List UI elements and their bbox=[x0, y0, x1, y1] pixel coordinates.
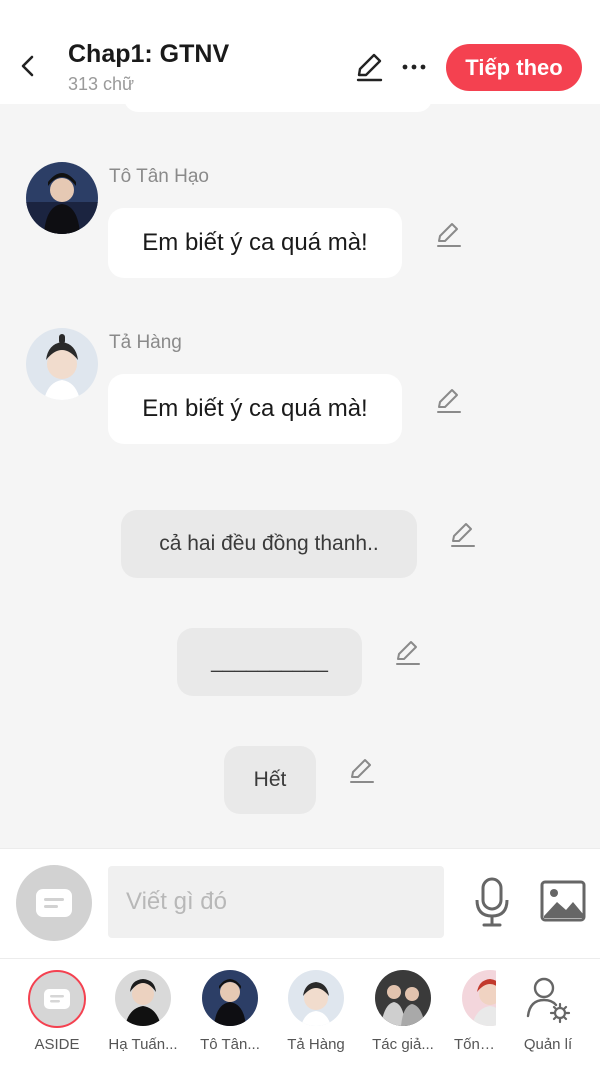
character-label: Tô Tân... bbox=[200, 1036, 260, 1053]
chapter-title: Chap1: GTNV bbox=[68, 40, 230, 68]
narration-bubble[interactable]: __________ bbox=[177, 628, 362, 696]
character-label: Tác giả... bbox=[372, 1036, 434, 1053]
manage-characters-button[interactable]: Quản lí bbox=[506, 970, 590, 1053]
avatar bbox=[202, 970, 258, 1026]
avatar bbox=[462, 970, 496, 1026]
edit-icon[interactable] bbox=[347, 756, 377, 786]
aside-icon bbox=[28, 970, 86, 1028]
image-icon[interactable] bbox=[540, 880, 586, 922]
character-label: Tả Hàng bbox=[287, 1036, 345, 1053]
character-label: ASIDE bbox=[34, 1036, 80, 1053]
avatar[interactable] bbox=[26, 328, 98, 400]
previous-message-bubble bbox=[124, 92, 432, 112]
avatar bbox=[375, 970, 431, 1026]
aside-icon bbox=[36, 889, 72, 917]
more-options-icon[interactable] bbox=[400, 54, 428, 80]
edit-icon[interactable] bbox=[434, 220, 464, 250]
character-item[interactable]: Tả Hàng bbox=[274, 970, 358, 1053]
avatar bbox=[288, 970, 344, 1026]
character-label: Quản lí bbox=[523, 1036, 573, 1053]
narration-bubble[interactable]: cả hai đều đồng thanh.. bbox=[121, 510, 417, 578]
avatar bbox=[115, 970, 171, 1026]
narration-bubble[interactable]: Hết bbox=[224, 746, 316, 814]
character-label: Hạ Tuấn... bbox=[108, 1036, 178, 1053]
edit-icon[interactable] bbox=[352, 50, 386, 84]
avatar[interactable] bbox=[26, 162, 98, 234]
character-label: Tống . bbox=[454, 1036, 496, 1053]
top-bar: Chap1: GTNV 313 chữ Tiếp theo bbox=[0, 0, 600, 104]
character-aside[interactable]: ASIDE bbox=[15, 970, 99, 1053]
edit-icon[interactable] bbox=[434, 386, 464, 416]
message-bubble[interactable]: Em biết ý ca quá mà! bbox=[108, 374, 402, 444]
user-settings-icon bbox=[526, 977, 571, 1024]
character-item[interactable]: Tống . bbox=[446, 970, 496, 1053]
character-item[interactable]: Tác giả... bbox=[361, 970, 445, 1053]
sender-name: Tả Hàng bbox=[109, 332, 182, 353]
aside-button[interactable] bbox=[16, 865, 92, 941]
edit-icon[interactable] bbox=[393, 638, 423, 668]
back-icon[interactable] bbox=[14, 52, 42, 80]
message-input[interactable] bbox=[108, 866, 444, 938]
character-item[interactable]: Tô Tân... bbox=[188, 970, 272, 1053]
character-item[interactable]: Hạ Tuấn... bbox=[101, 970, 185, 1053]
edit-icon[interactable] bbox=[448, 520, 478, 550]
message-bubble[interactable]: Em biết ý ca quá mà! bbox=[108, 208, 402, 278]
next-chapter-button[interactable]: Tiếp theo bbox=[446, 44, 582, 91]
sender-name: Tô Tân Hạo bbox=[109, 166, 209, 187]
microphone-icon[interactable] bbox=[470, 876, 514, 928]
